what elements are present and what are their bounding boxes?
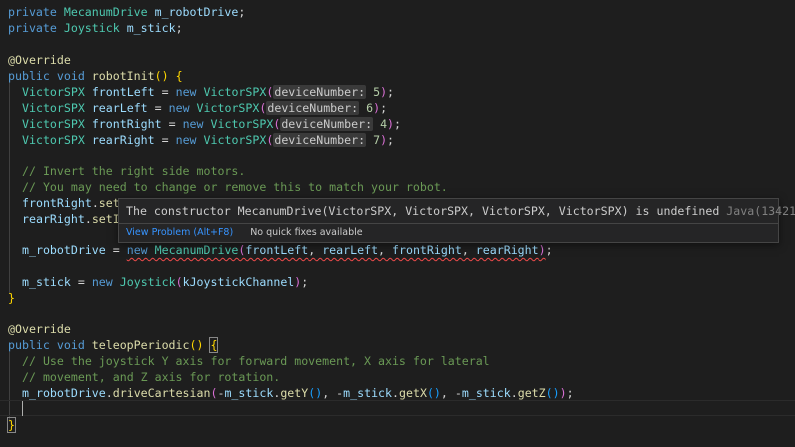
code-line: }	[8, 291, 15, 305]
code-line: rearRight.setIn	[22, 212, 127, 226]
view-problem-link[interactable]: View Problem (Alt+F8)	[126, 227, 233, 238]
code-line: }	[7, 417, 16, 433]
code-line: frontRight.setI	[22, 196, 127, 210]
text-cursor	[22, 401, 23, 416]
code-line: VictorSPX frontLeft = new VictorSPX(devi…	[22, 85, 395, 99]
code-line: m_stick = new Joystick(kJoystickChannel)…	[22, 275, 309, 289]
parameter-hint: deviceNumber:	[273, 133, 367, 147]
code-line: m_robotDrive.driveCartesian(-m_stick.get…	[22, 386, 574, 400]
matched-bracket: {	[209, 337, 219, 353]
parameter-hint: deviceNumber:	[280, 117, 374, 131]
code-line: public void robotInit() {	[8, 69, 183, 83]
error-source: Java(134217858)	[726, 204, 795, 218]
code-line: // You may need to change or remove this…	[22, 180, 448, 194]
code-line: @Override	[8, 322, 71, 336]
code-line: // Invert the right side motors.	[22, 164, 246, 178]
code-line: @Override	[8, 53, 71, 67]
error-hover-popup[interactable]: The constructor MecanumDrive(VictorSPX, …	[118, 198, 795, 243]
current-line-highlight	[0, 400, 795, 416]
code-line: private MecanumDrive m_robotDrive;	[8, 5, 246, 19]
no-quick-fixes-label: No quick fixes available	[250, 227, 363, 238]
error-squiggle[interactable]: new MecanumDrive(frontLeft, rearLeft, fr…	[127, 243, 546, 257]
code-line: private Joystick m_stick;	[8, 21, 183, 35]
parameter-hint: deviceNumber:	[266, 101, 360, 115]
code-line: VictorSPX rearRight = new VictorSPX(devi…	[22, 133, 395, 147]
code-line: VictorSPX rearLeft = new VictorSPX(devic…	[22, 101, 388, 115]
code-line: // Use the joystick Y axis for forward m…	[22, 354, 490, 368]
hover-actions: View Problem (Alt+F8) No quick fixes ava…	[126, 225, 363, 241]
code-line: m_robotDrive = new MecanumDrive(frontLef…	[22, 243, 553, 257]
matched-bracket: }	[7, 417, 16, 433]
parameter-hint: deviceNumber:	[273, 85, 367, 99]
code-line: VictorSPX frontRight = new VictorSPX(dev…	[22, 117, 402, 131]
code-line: // movement, and Z axis for rotation.	[22, 370, 281, 384]
divider	[119, 223, 778, 224]
error-message: The constructor MecanumDrive(VictorSPX, …	[126, 203, 795, 219]
code-line: public void teleopPeriodic() {	[8, 337, 219, 353]
